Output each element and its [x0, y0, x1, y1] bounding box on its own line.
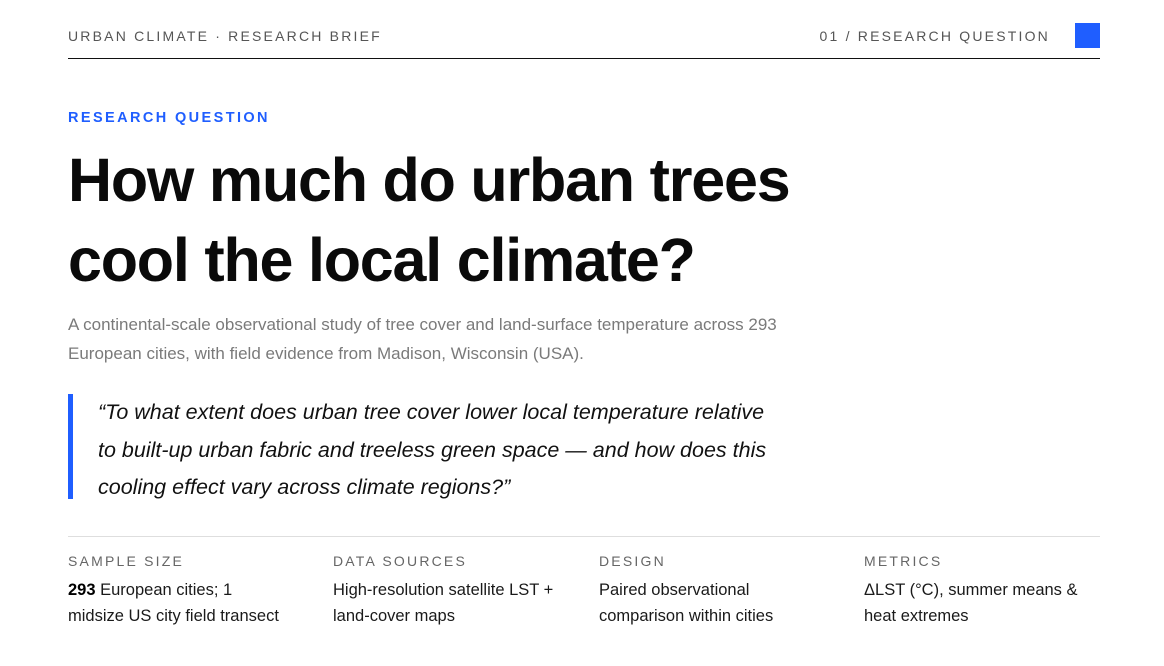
lede-line-2: European cities, with field evidence fro…: [68, 344, 584, 363]
facts-row: SAMPLE SIZE 293 European cities; 1 midsi…: [68, 553, 1100, 643]
fact-design: DESIGN Paired observational comparison w…: [599, 553, 849, 629]
fact-value-line-2: midsize US city field transect: [68, 607, 279, 625]
fact-label: DATA SOURCES: [333, 553, 468, 569]
page-title: How much do urban trees cool the local c…: [68, 140, 968, 300]
research-brief-page: URBAN CLIMATE · RESEARCH BRIEF 01 / RESE…: [0, 0, 1164, 666]
fact-value-line-1: Paired observational: [599, 581, 750, 599]
fact-sample-size: SAMPLE SIZE 293 European cities; 1 midsi…: [68, 553, 318, 629]
eyebrow-label: RESEARCH QUESTION: [68, 110, 270, 126]
fact-label: SAMPLE SIZE: [68, 553, 185, 569]
fact-label: DESIGN: [599, 553, 666, 569]
quote-line-1: “To what extent does urban tree cover lo…: [98, 400, 765, 424]
fact-value-line-2: comparison within cities: [599, 607, 774, 625]
lede-paragraph: A continental-scale observational study …: [68, 310, 868, 368]
fact-metrics: METRICS ΔLST (°C), summer means & heat e…: [864, 553, 1114, 629]
fact-label: METRICS: [864, 553, 943, 569]
fact-value-line-1: ΔLST (°C), summer means &: [864, 581, 1078, 599]
fact-value: ΔLST (°C), summer means & heat extremes: [864, 577, 1114, 629]
fact-value: High-resolution satellite LST + land-cov…: [333, 577, 583, 629]
brand-label: URBAN CLIMATE · RESEARCH BRIEF: [68, 28, 382, 44]
fact-value: Paired observational comparison within c…: [599, 577, 849, 629]
fact-value-emphasis: 293: [68, 581, 96, 599]
divider: [68, 536, 1100, 537]
fact-value-line-2: heat extremes: [864, 607, 969, 625]
fact-value-line-2: land-cover maps: [333, 607, 455, 625]
title-line-1: How much do urban trees: [68, 146, 791, 214]
header: URBAN CLIMATE · RESEARCH BRIEF 01 / RESE…: [68, 22, 1100, 59]
section-indicator: 01 / RESEARCH QUESTION: [819, 28, 1050, 44]
accent-square-icon: [1075, 23, 1100, 48]
fact-value: 293 European cities; 1 midsize US city f…: [68, 577, 318, 629]
lede-line-1: A continental-scale observational study …: [68, 315, 777, 334]
title-line-2: cool the local climate?: [68, 226, 696, 294]
fact-data-sources: DATA SOURCES High-resolution satellite L…: [333, 553, 583, 629]
fact-value-line-1: European cities; 1: [95, 581, 233, 599]
fact-value-line-1: High-resolution satellite LST +: [333, 581, 554, 599]
quote-line-2: to built-up urban fabric and treeless gr…: [98, 437, 767, 462]
quote-line-3: cooling effect vary across climate regio…: [98, 475, 511, 499]
research-question-quote: “To what extent does urban tree cover lo…: [68, 394, 868, 499]
